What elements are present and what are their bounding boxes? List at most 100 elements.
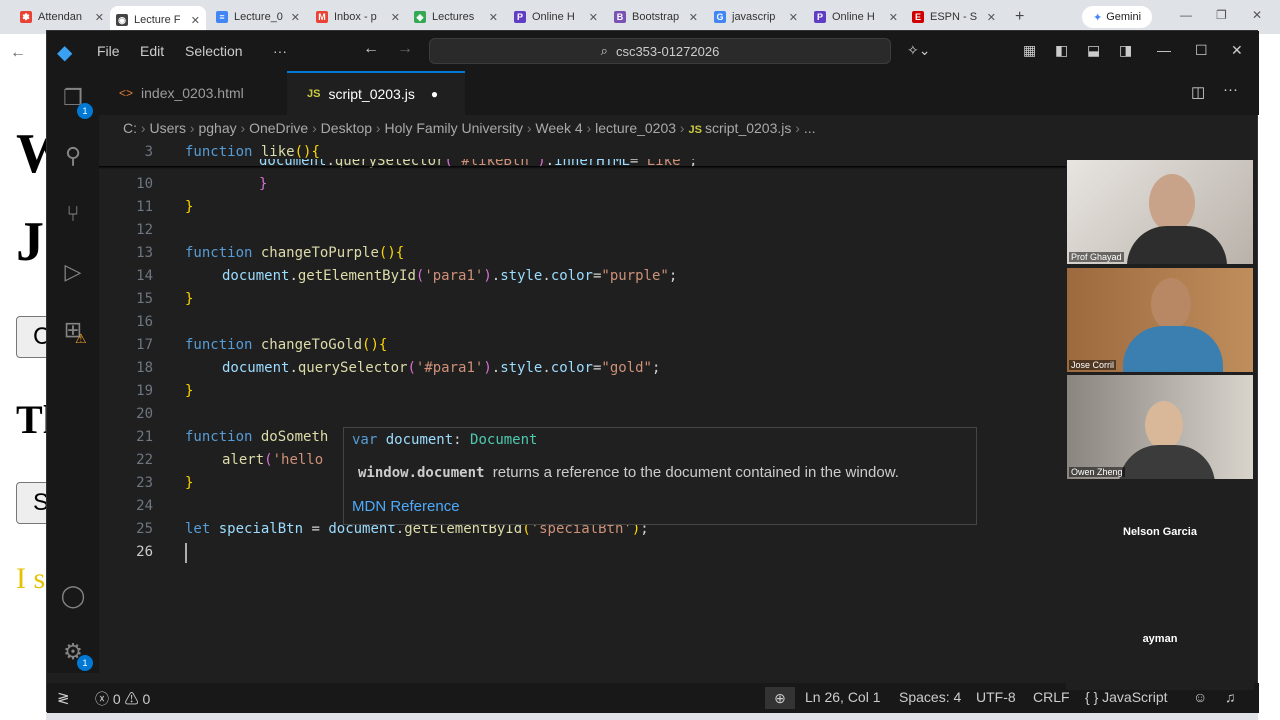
- breadcrumb-item[interactable]: Desktop: [321, 120, 372, 136]
- breadcrumb-item[interactable]: ...: [804, 120, 816, 136]
- end-of-line[interactable]: CRLF: [1033, 689, 1070, 705]
- participant-face: [1151, 278, 1191, 330]
- nav-back-icon[interactable]: ←: [363, 40, 379, 58]
- back-arrow-icon[interactable]: ←: [10, 44, 26, 62]
- breadcrumb-item[interactable]: lecture_0203: [595, 120, 676, 136]
- participant-tile[interactable]: Owen Zheng: [1067, 375, 1253, 479]
- source-control-icon[interactable]: ⑂: [60, 201, 86, 227]
- minimize-icon[interactable]: —: [1180, 8, 1192, 22]
- breadcrumb-separator-icon: ›: [308, 120, 321, 136]
- participant-name: Jose Corril: [1069, 360, 1117, 370]
- copilot-icon[interactable]: ✧⌄: [907, 42, 930, 59]
- cursor-position[interactable]: Ln 26, Col 1: [805, 689, 881, 705]
- remote-icon[interactable]: ≷: [57, 689, 70, 707]
- account-icon[interactable]: ◯: [60, 583, 86, 609]
- customize-layout-icon[interactable]: ▦: [1023, 42, 1036, 59]
- bg-heading-2: J: [16, 211, 44, 273]
- breadcrumb: C: › Users › pghay › OneDrive › Desktop …: [99, 115, 1259, 141]
- tab-favicon-icon: ≡: [216, 11, 228, 23]
- search-view-icon[interactable]: ⚲: [60, 143, 86, 169]
- browser-tab[interactable]: E ESPN - S ✕: [906, 6, 1002, 28]
- browser-tab-label: javascrip: [732, 11, 776, 23]
- close-tab-icon[interactable]: ✕: [885, 11, 898, 24]
- breadcrumb-item[interactable]: Week 4: [535, 120, 582, 136]
- browser-tab-label: Attendan: [38, 11, 83, 23]
- breadcrumb-item[interactable]: Users: [149, 120, 186, 136]
- close-tab-icon[interactable]: ✕: [187, 14, 200, 27]
- bg-gold-text: I s: [16, 562, 46, 595]
- tab-index-html[interactable]: <> index_0203.html: [99, 71, 285, 115]
- problems-indicator[interactable]: ⓧ 0 ⚠ 0: [95, 689, 150, 709]
- restore-icon[interactable]: ❐: [1216, 8, 1227, 22]
- toggle-sidebar-icon[interactable]: ◧: [1055, 42, 1068, 59]
- menu-more[interactable]: ···: [273, 43, 287, 59]
- copilot-status-icon[interactable]: ☺: [1193, 689, 1207, 705]
- braces-icon: { }: [1085, 689, 1099, 705]
- language-mode[interactable]: { } JavaScript: [1085, 689, 1168, 705]
- close-tab-icon[interactable]: ✕: [91, 11, 104, 24]
- browser-tab-label: Bootstrap: [632, 11, 680, 23]
- browser-tab-strip: ✽ Attendan ✕ ◉ Lecture F ✕ ≡ Lecture_0 ✕ M Inbox -…: [0, 0, 1280, 34]
- close-tab-icon[interactable]: ✕: [585, 11, 598, 24]
- unsaved-dot-icon[interactable]: ●: [431, 87, 438, 101]
- browser-tab[interactable]: M Inbox - p ✕: [310, 6, 406, 28]
- command-center-search[interactable]: ⌕ csc353-01272026: [429, 38, 891, 64]
- sticky-scroll-shadow: [99, 166, 1117, 169]
- run-debug-icon[interactable]: ▷: [60, 259, 86, 285]
- zoom-icon[interactable]: ⊕: [765, 687, 795, 709]
- gemini-icon: ✦: [1092, 11, 1103, 24]
- close-tab-icon[interactable]: ✕: [287, 11, 300, 24]
- browser-tab[interactable]: B Bootstrap ✕: [608, 6, 704, 28]
- close-tab-icon[interactable]: ✕: [485, 11, 498, 24]
- hover-sig-name: document: [385, 432, 454, 448]
- close-tab-icon[interactable]: ✕: [785, 11, 798, 24]
- toggle-secondary-sidebar-icon[interactable]: ◨: [1119, 42, 1132, 59]
- notifications-icon[interactable]: ♫: [1225, 689, 1236, 705]
- mdn-reference-link[interactable]: MDN Reference: [352, 498, 460, 515]
- window-close-icon[interactable]: ✕: [1231, 42, 1243, 59]
- participant-name: Prof Ghayad: [1069, 252, 1124, 262]
- breadcrumb-item[interactable]: OneDrive: [249, 120, 308, 136]
- browser-tab[interactable]: ◈ Lectures ✕: [408, 6, 504, 28]
- tab-script-js[interactable]: JS script_0203.js ●: [287, 71, 465, 115]
- encoding[interactable]: UTF-8: [976, 689, 1016, 705]
- window-minimize-icon[interactable]: —: [1157, 42, 1171, 58]
- menu-selection[interactable]: Selection: [185, 43, 243, 59]
- browser-tab[interactable]: Gjavascrip ✕: [708, 6, 804, 28]
- browser-tab-label: ESPN - S: [930, 11, 978, 23]
- participant-tile[interactable]: Prof Ghayad: [1067, 160, 1253, 264]
- browser-tab[interactable]: P Online H ✕: [508, 6, 604, 28]
- bg-button-2[interactable]: S: [16, 482, 46, 524]
- split-editor-icon[interactable]: ◫: [1191, 83, 1205, 101]
- bg-heading-1: W: [16, 123, 46, 185]
- tab-label: index_0203.html: [141, 85, 244, 101]
- breadcrumb-item[interactable]: C:: [123, 120, 137, 136]
- error-count: 0: [112, 691, 121, 707]
- menu-file[interactable]: File: [97, 43, 120, 59]
- close-icon[interactable]: ✕: [1252, 8, 1262, 22]
- close-tab-icon[interactable]: ✕: [685, 11, 698, 24]
- new-tab-button[interactable]: +: [1015, 8, 1024, 26]
- window-maximize-icon[interactable]: ☐: [1195, 42, 1208, 59]
- close-tab-icon[interactable]: ✕: [983, 11, 996, 24]
- breadcrumb-separator-icon: ›: [186, 120, 199, 136]
- warning-status-icon: ⚠: [124, 691, 139, 707]
- breadcrumb-item[interactable]: pghay: [198, 120, 236, 136]
- browser-tab-label: Lectures: [432, 11, 475, 23]
- nav-forward-icon[interactable]: →: [397, 40, 413, 58]
- browser-tab[interactable]: ≡ Lecture_0 ✕: [210, 6, 306, 28]
- browser-tab[interactable]: ✽ Attendan ✕: [14, 6, 110, 28]
- participant-face: [1145, 401, 1183, 449]
- toggle-panel-icon[interactable]: ⬓: [1087, 42, 1100, 59]
- menu-edit[interactable]: Edit: [140, 43, 164, 59]
- gemini-button[interactable]: ✦ Gemini: [1082, 6, 1152, 28]
- browser-tab[interactable]: P Online H ✕: [808, 6, 904, 28]
- indentation[interactable]: Spaces: 4: [899, 689, 961, 705]
- breadcrumb-item[interactable]: script_0203.js: [705, 120, 791, 136]
- bg-button-1[interactable]: C: [16, 316, 46, 358]
- breadcrumb-item[interactable]: Holy Family University: [384, 120, 522, 136]
- more-actions-icon[interactable]: ···: [1223, 81, 1238, 98]
- code-editor[interactable]: 3 function like(){ document.querySelector…: [99, 141, 1117, 673]
- participant-tile[interactable]: Jose Corril: [1067, 268, 1253, 372]
- close-tab-icon[interactable]: ✕: [387, 11, 400, 24]
